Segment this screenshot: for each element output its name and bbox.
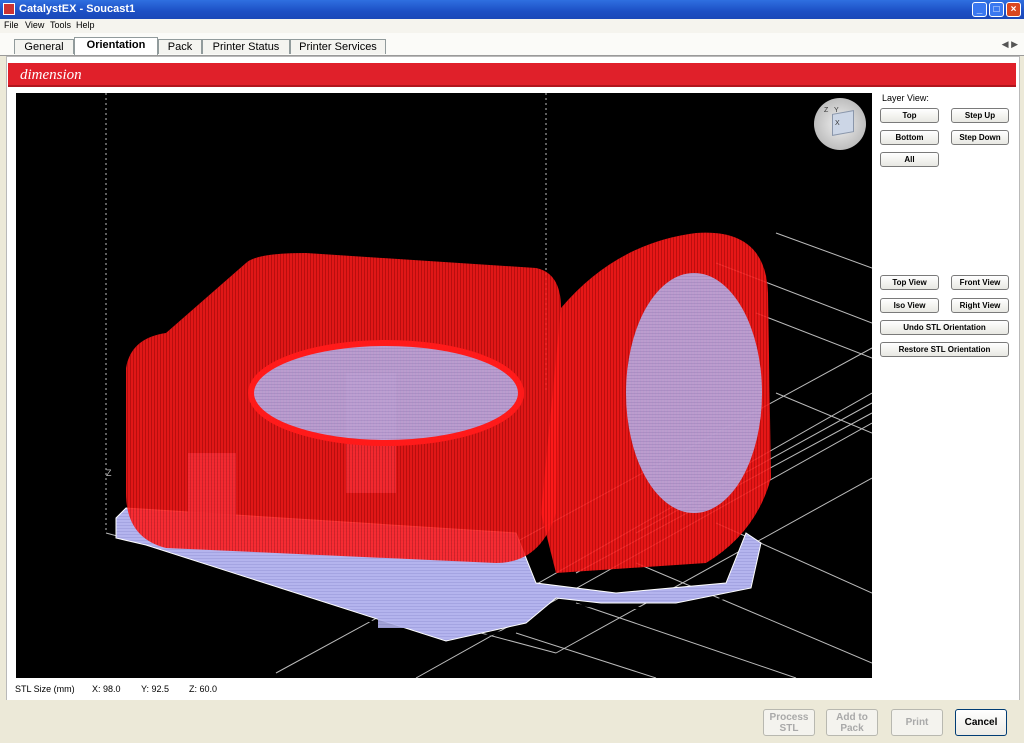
menu-file[interactable]: File bbox=[4, 20, 19, 30]
iso-view-button[interactable]: Iso View bbox=[880, 298, 939, 313]
cube-label-z: Z bbox=[824, 107, 829, 114]
front-view-button[interactable]: Front View bbox=[951, 275, 1009, 290]
orientation-cube-icon[interactable]: Z Y X bbox=[814, 98, 866, 150]
app-icon bbox=[3, 3, 15, 15]
add-to-pack-button[interactable]: Add to Pack bbox=[826, 709, 878, 736]
stl-size-x: X: 98.0 bbox=[92, 684, 121, 694]
model-cylinder-face bbox=[626, 273, 762, 513]
menu-view[interactable]: View bbox=[25, 20, 44, 30]
layer-view-label: Layer View: bbox=[882, 93, 929, 103]
maximize-button[interactable]: □ bbox=[989, 2, 1004, 17]
tab-pack[interactable]: Pack bbox=[158, 39, 202, 54]
cancel-button[interactable]: Cancel bbox=[955, 709, 1007, 736]
stl-size-z: Z: 60.0 bbox=[189, 684, 218, 694]
undo-stl-orientation-button[interactable]: Undo STL Orientation bbox=[880, 320, 1009, 335]
tab-orientation[interactable]: Orientation bbox=[74, 37, 158, 55]
menu-bar: File View Tools Help bbox=[0, 19, 1024, 34]
tab-printer-status[interactable]: Printer Status bbox=[202, 39, 290, 54]
title-bar: CatalystEX - Soucast1 _ □ × bbox=[0, 0, 1024, 19]
axis-z-label: Z bbox=[106, 468, 112, 478]
layer-all-button[interactable]: All bbox=[880, 152, 939, 167]
step-down-button[interactable]: Step Down bbox=[951, 130, 1009, 145]
model-render bbox=[105, 93, 872, 678]
top-view-button[interactable]: Top View bbox=[880, 275, 939, 290]
menu-help[interactable]: Help bbox=[76, 20, 95, 30]
cube-label-y: Y bbox=[834, 107, 839, 114]
right-view-button[interactable]: Right View bbox=[951, 298, 1009, 313]
process-stl-button[interactable]: Process STL bbox=[763, 709, 815, 736]
layer-top-button[interactable]: Top bbox=[880, 108, 939, 123]
brand-logo: dimension bbox=[20, 67, 82, 83]
restore-stl-orientation-button[interactable]: Restore STL Orientation bbox=[880, 342, 1009, 357]
cube-label-x: X bbox=[835, 120, 840, 127]
tab-scroll-arrows-icon[interactable]: ◀ ▶ bbox=[1002, 39, 1018, 50]
print-button[interactable]: Print bbox=[891, 709, 943, 736]
layer-bottom-button[interactable]: Bottom bbox=[880, 130, 939, 145]
window-title: CatalystEX - Soucast1 bbox=[19, 3, 136, 15]
tab-general[interactable]: General bbox=[14, 39, 74, 54]
tab-strip: General Orientation Pack Printer Status … bbox=[0, 33, 1024, 56]
step-up-button[interactable]: Step Up bbox=[951, 108, 1009, 123]
model-viewport[interactable]: Z Y X Z bbox=[16, 93, 872, 678]
stl-size-y: Y: 92.5 bbox=[141, 684, 170, 694]
minimize-button[interactable]: _ bbox=[972, 2, 987, 17]
brand-bar: dimension bbox=[8, 63, 1016, 87]
stl-size-label: STL Size (mm) bbox=[15, 684, 75, 694]
tab-printer-services[interactable]: Printer Services bbox=[290, 39, 386, 54]
menu-tools[interactable]: Tools bbox=[50, 20, 71, 30]
close-button[interactable]: × bbox=[1006, 2, 1021, 17]
